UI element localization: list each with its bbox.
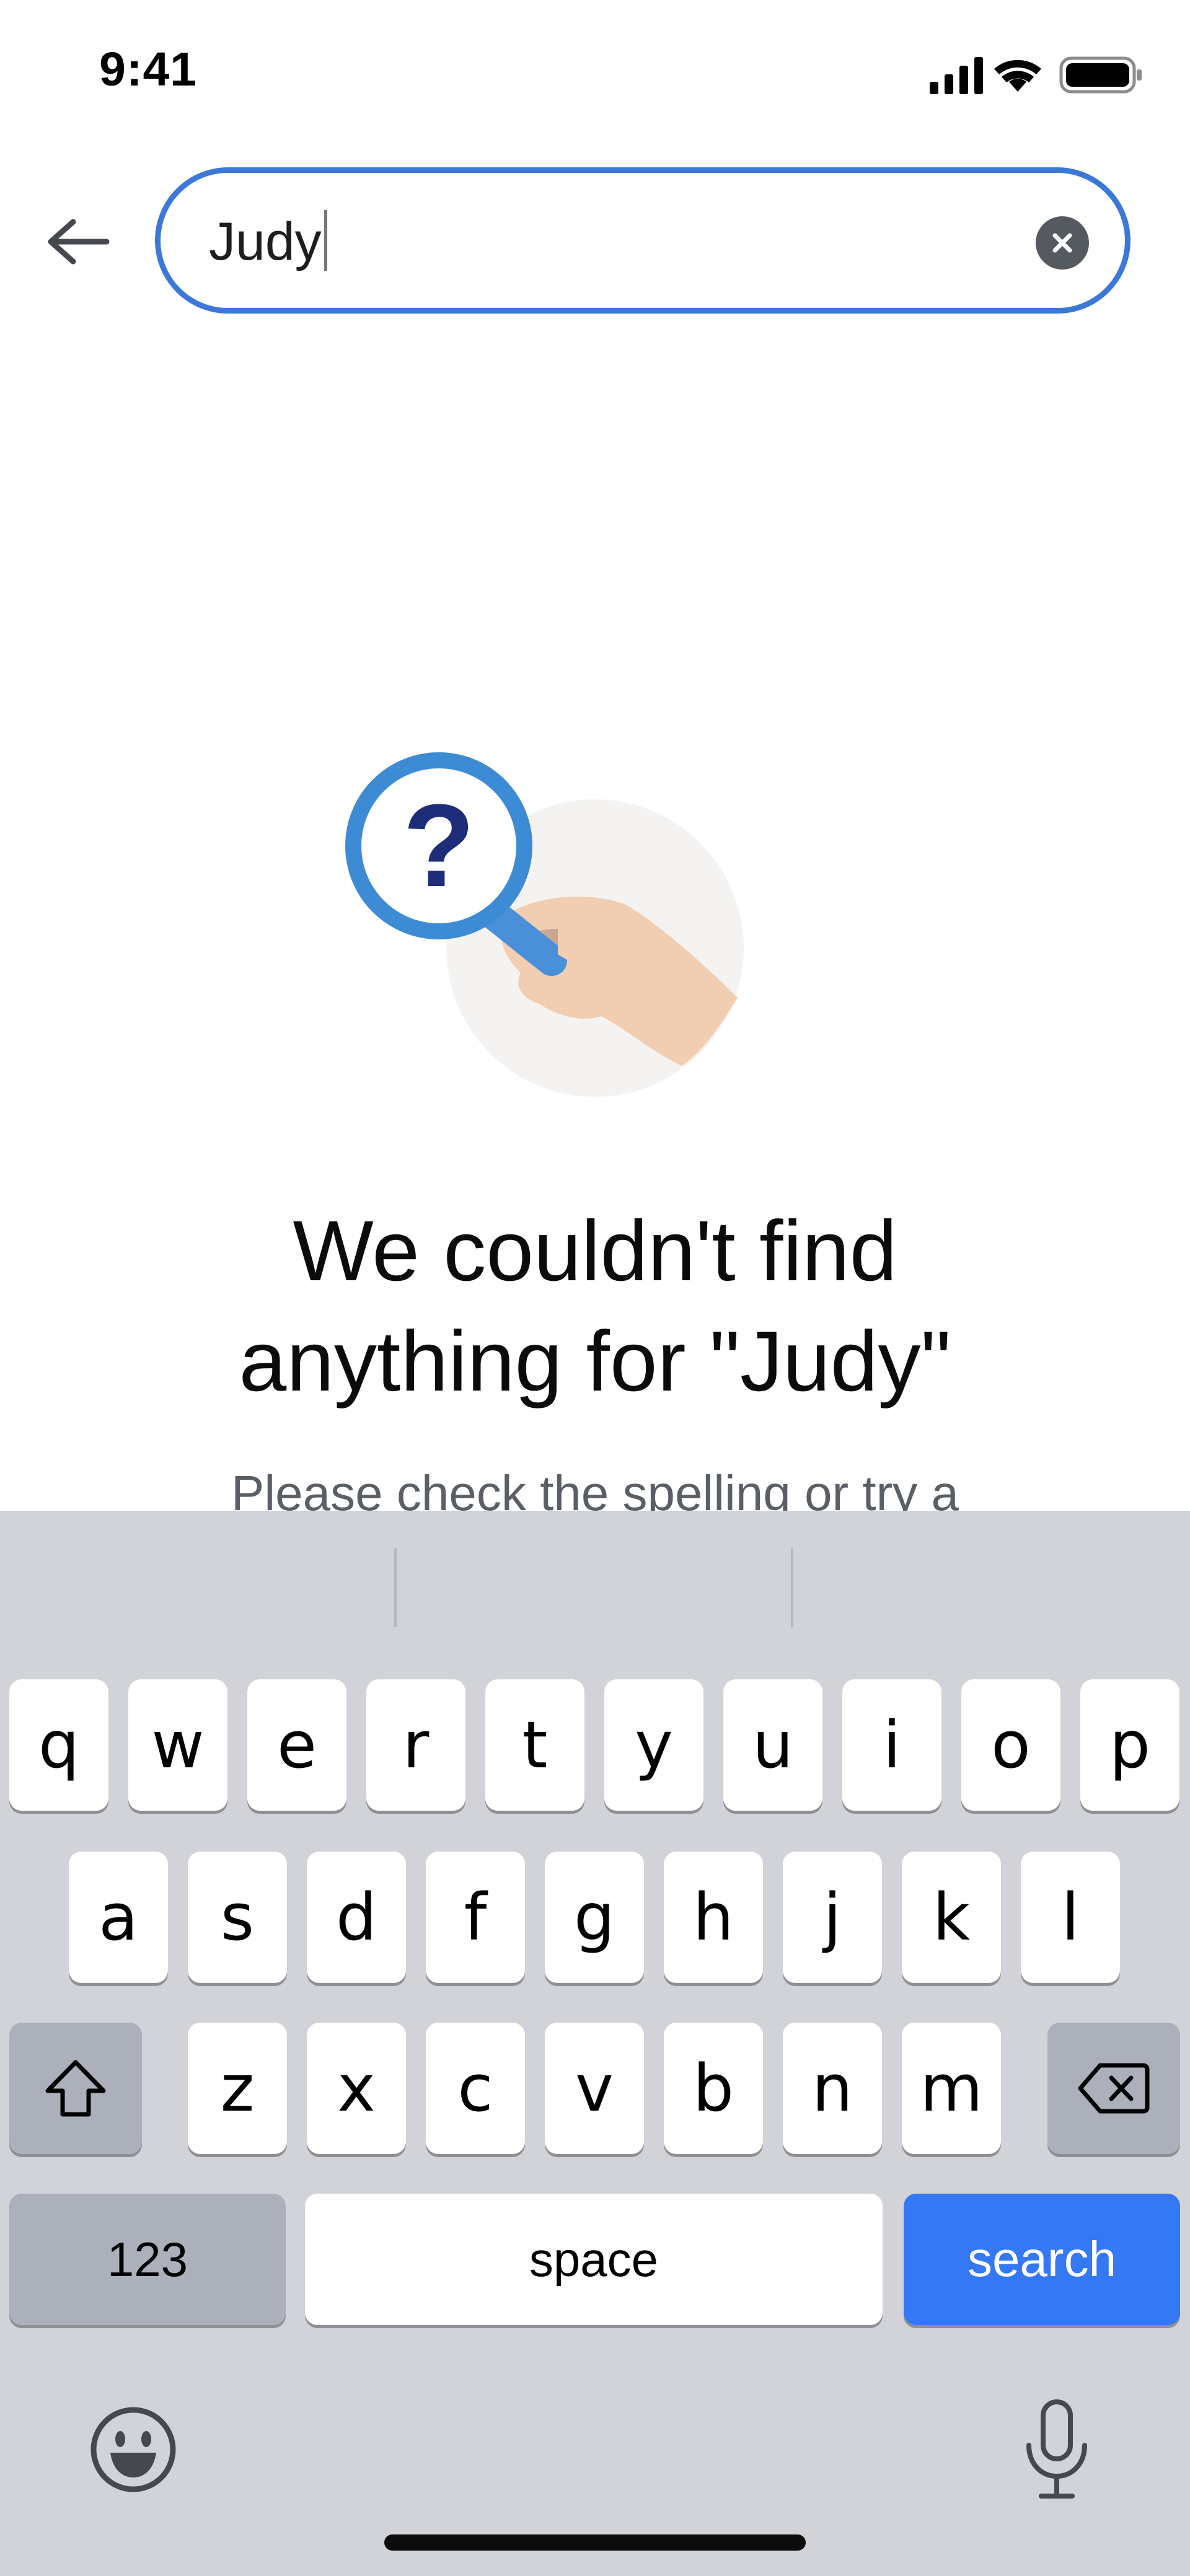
key-x[interactable]: x [307,2023,406,2154]
key-m[interactable]: m [902,2023,1001,2154]
clear-search-button[interactable] [1036,216,1089,270]
key-b[interactable]: b [664,2023,763,2154]
empty-state-title-line2: anything for "Judy" [239,1314,951,1409]
microphone-icon[interactable] [1016,2397,1097,2502]
numbers-key[interactable]: 123 [9,2194,286,2325]
key-o[interactable]: o [961,1679,1060,1811]
cellular-signal-icon [930,57,983,94]
battery-icon [1059,56,1142,94]
key-l[interactable]: l [1021,1852,1120,1983]
key-f[interactable]: f [426,1852,525,1983]
delete-key[interactable] [1047,2023,1180,2154]
key-g[interactable]: g [545,1852,644,1983]
key-c[interactable]: c [426,2023,525,2154]
search-key[interactable]: search [904,2194,1180,2325]
suggestion-divider [791,1548,793,1627]
home-indicator [384,2534,806,2551]
back-button[interactable] [34,204,121,279]
status-icons [930,56,1142,94]
key-k[interactable]: k [902,1852,1001,1983]
clear-circle-icon [1052,233,1072,253]
key-p[interactable]: p [1080,1679,1179,1811]
emoji-icon[interactable] [87,2403,180,2496]
key-h[interactable]: h [664,1852,763,1983]
shift-icon [45,2060,106,2117]
key-u[interactable]: u [723,1679,822,1811]
backspace-icon [1078,2063,1150,2114]
magnifying-glass-question-icon: ? [345,752,744,1097]
status-time: 9:41 [99,43,198,96]
wifi-icon [994,59,1041,92]
arrow-left-icon [48,219,110,265]
space-key[interactable]: space [305,2194,883,2325]
key-j[interactable]: j [783,1852,882,1983]
onscreen-keyboard: q w e r t y u i o p a s d f g h j k l z … [0,1511,1190,2576]
svg-text:?: ? [403,780,475,912]
key-r[interactable]: r [366,1679,465,1811]
search-input[interactable]: Judy [155,167,1130,314]
key-w[interactable]: w [128,1679,227,1811]
suggestion-divider [394,1548,397,1627]
empty-state-title-line1: We couldn't find [293,1203,897,1299]
key-a[interactable]: a [69,1852,168,1983]
key-i[interactable]: i [842,1679,941,1811]
key-z[interactable]: z [188,2023,287,2154]
key-q[interactable]: q [9,1679,108,1811]
text-caret [324,210,327,271]
key-d[interactable]: d [307,1852,406,1983]
key-s[interactable]: s [188,1852,287,1983]
empty-state-title: We couldn't find anything for "Judy" [74,1196,1116,1417]
key-v[interactable]: v [545,2023,644,2154]
key-t[interactable]: t [485,1679,584,1811]
shift-key[interactable] [9,2023,142,2154]
key-y[interactable]: y [604,1679,703,1811]
key-n[interactable]: n [783,2023,882,2154]
key-e[interactable]: e [247,1679,346,1811]
search-input-value: Judy [209,212,322,271]
